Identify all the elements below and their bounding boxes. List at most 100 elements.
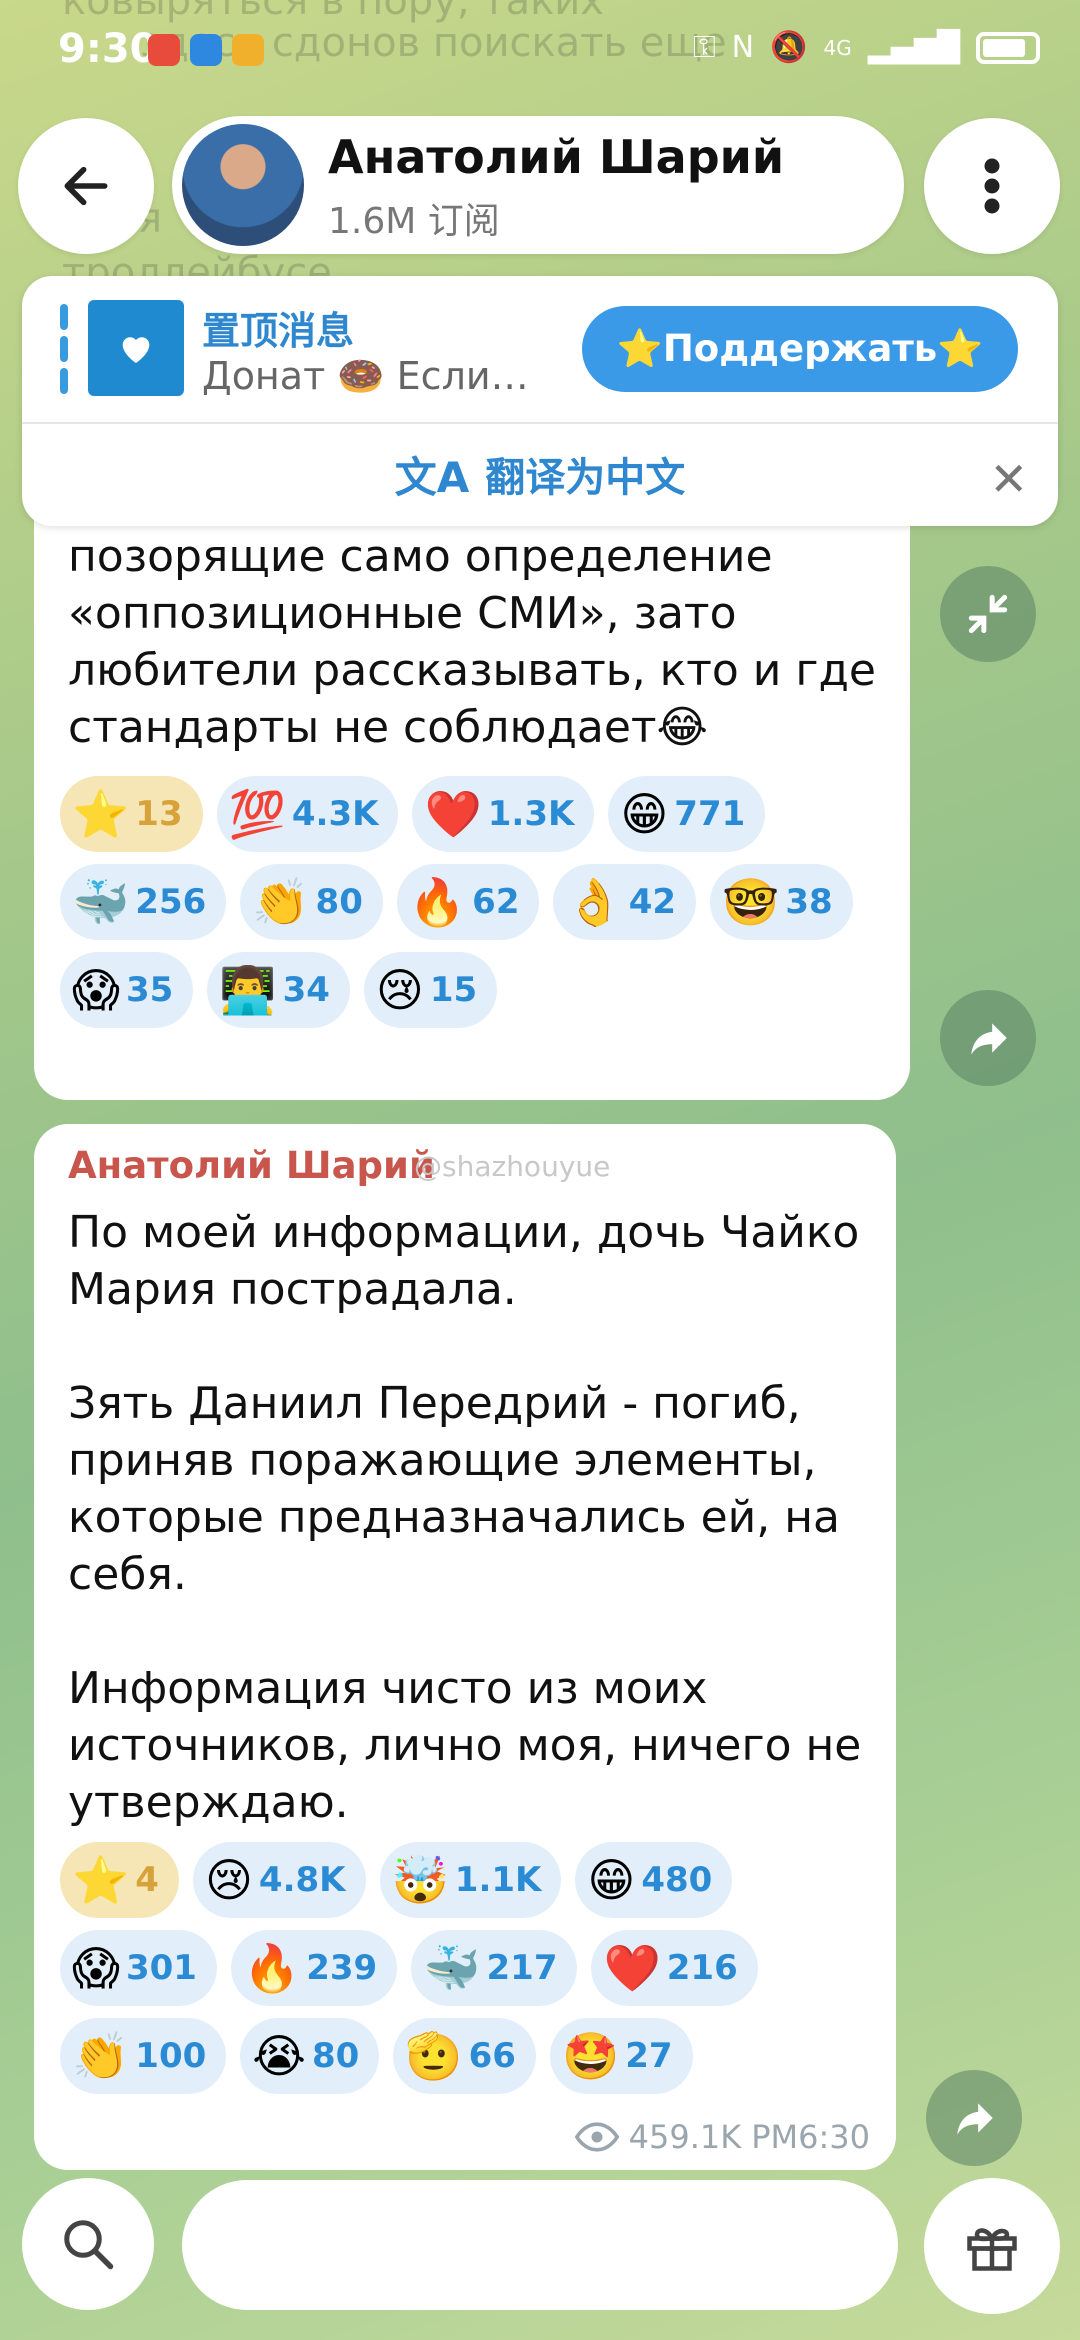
reaction-chip[interactable]: 😁 480	[575, 1842, 733, 1918]
channel-header[interactable]: Анатолий Шарий 1.6M 订阅	[172, 116, 904, 254]
reaction-count: 15	[429, 970, 478, 1010]
share-button[interactable]	[940, 990, 1036, 1086]
share-button[interactable]	[926, 2070, 1022, 2166]
reaction-chip[interactable]: ⭐ 4	[60, 1842, 179, 1918]
pinned-preview: Донат 🍩 Если…	[202, 354, 529, 398]
translate-button[interactable]: 文A 翻译为中文	[22, 424, 1058, 524]
reaction-chip[interactable]: 💯 4.3K	[216, 776, 399, 852]
reaction-count: 4.3K	[291, 794, 379, 834]
reaction-chip[interactable]: 🤯 1.1K	[379, 1842, 562, 1918]
collapse-button[interactable]	[940, 566, 1036, 662]
message-time: PM6:30	[751, 2118, 870, 2156]
message-meta: 459.1K PM6:30	[574, 2118, 870, 2156]
message-bubble[interactable]: позорящие само определение «оппозиционны…	[34, 500, 910, 1100]
reaction-chip[interactable]: 😱 301	[60, 1930, 217, 2006]
reaction-chip[interactable]: ❤️ 1.3K	[412, 776, 595, 852]
reaction-emoji: 👌	[565, 875, 623, 929]
gift-button[interactable]	[924, 2178, 1060, 2314]
reaction-count: 216	[666, 1948, 738, 1988]
reaction-count: 42	[628, 882, 677, 922]
reaction-emoji: 😱	[72, 963, 120, 1017]
reaction-count: 35	[125, 970, 174, 1010]
reactions-row: ⭐ 13 💯 4.3K ❤️ 1.3K 😁 771 🐳 256 👏 80 🔥 62 👌 42 🤓 38 😱 35 👨‍💻…	[60, 776, 860, 1028]
message-input[interactable]	[182, 2180, 898, 2310]
reaction-emoji: 😁	[620, 787, 669, 841]
reaction-count: 256	[135, 882, 207, 922]
reaction-emoji: 😢	[375, 963, 424, 1017]
reaction-chip[interactable]: 🔥 62	[396, 864, 540, 940]
reaction-count: 771	[674, 794, 746, 834]
reaction-emoji: 💯	[228, 787, 286, 841]
reaction-chip[interactable]: 🤩 27	[549, 2018, 693, 2094]
reaction-emoji: ⭐	[72, 787, 130, 841]
reaction-chip[interactable]: 😢 15	[363, 952, 498, 1028]
reaction-count: 1.3K	[487, 794, 575, 834]
subscriber-count: 1.6M 订阅	[328, 201, 500, 242]
support-button[interactable]: ⭐Поддержать⭐	[582, 306, 1018, 392]
heart-icon	[122, 337, 150, 363]
back-button[interactable]	[18, 118, 154, 254]
reaction-chip[interactable]: 😭 80	[240, 2018, 380, 2094]
reaction-chip[interactable]: 👨‍💻 34	[207, 952, 350, 1028]
reaction-count: 13	[135, 794, 183, 834]
reaction-count: 1.1K	[454, 1860, 542, 1900]
reaction-chip[interactable]: 🤓 38	[710, 864, 853, 940]
reaction-emoji: 🤓	[722, 875, 780, 929]
reaction-emoji: 😱	[72, 1941, 120, 1995]
reaction-count: 27	[625, 2036, 673, 2076]
reaction-chip[interactable]: 😢 4.8K	[192, 1842, 366, 1918]
reaction-emoji: 🔥	[242, 1941, 301, 1995]
status-bar: 9:30 ⚿ N 🔕 4G ▂▄▆█	[0, 22, 1080, 82]
battery-icon	[976, 31, 1040, 64]
view-count: 459.1K	[628, 2118, 742, 2156]
reaction-emoji: 😭	[252, 2029, 307, 2083]
share-arrow-icon	[971, 1023, 1007, 1055]
close-translate-button[interactable]: ✕	[989, 452, 1028, 506]
avatar[interactable]	[182, 124, 304, 246]
reaction-emoji: 🫡	[405, 2029, 463, 2083]
reaction-chip[interactable]: 🐳 217	[411, 1930, 578, 2006]
reaction-count: 217	[486, 1948, 558, 1988]
reaction-chip[interactable]: 👏 80	[240, 864, 383, 940]
share-arrow-icon	[957, 2103, 993, 2135]
reaction-chip[interactable]: ❤️ 216	[591, 1930, 758, 2006]
search-button[interactable]	[22, 2178, 154, 2310]
reaction-emoji: 👏	[252, 875, 310, 929]
reaction-emoji: ⭐	[72, 1853, 130, 1907]
reaction-count: 301	[125, 1948, 197, 1988]
reaction-chip[interactable]: 🐳 256	[60, 864, 227, 940]
reaction-chip[interactable]: 😁 771	[608, 776, 766, 852]
mute-icon: 🔕	[770, 30, 808, 65]
app-notification-icon	[190, 34, 222, 66]
arrow-left-icon	[64, 166, 108, 206]
reaction-emoji: 🤯	[391, 1853, 449, 1907]
reaction-chip[interactable]: 👌 42	[553, 864, 697, 940]
reaction-count: 4.8K	[258, 1860, 346, 1900]
more-menu-button[interactable]	[924, 118, 1060, 254]
reaction-emoji: 😢	[204, 1853, 253, 1907]
reaction-chip[interactable]: 🫡 66	[393, 2018, 536, 2094]
notification-icons	[148, 34, 264, 66]
reaction-emoji: 🤩	[561, 2029, 620, 2083]
reaction-count: 62	[472, 882, 520, 922]
message-author[interactable]: Анатолий Шарий	[68, 1144, 435, 1187]
reaction-chip[interactable]: 🔥 239	[230, 1930, 398, 2006]
channel-name: Анатолий Шарий	[328, 130, 785, 184]
reaction-count: 38	[785, 882, 833, 922]
pinned-thumbnail	[88, 300, 184, 396]
reaction-chip[interactable]: 👏 100	[60, 2018, 227, 2094]
pinned-message-panel[interactable]: 置顶消息 Донат 🍩 Если… ⭐Поддержать⭐ 文A 翻译为中文…	[22, 276, 1058, 526]
message-text: позорящие само определение «оппозиционны…	[68, 531, 876, 753]
reaction-count: 80	[312, 2036, 360, 2076]
search-icon	[64, 2220, 114, 2270]
reaction-count: 34	[282, 970, 330, 1010]
reaction-count: 100	[135, 2036, 207, 2076]
reaction-chip[interactable]: ⭐ 13	[60, 776, 203, 852]
message-bubble[interactable]: Анатолий Шарий @shazhouyue По моей инфор…	[34, 1124, 896, 2170]
reaction-count: 480	[641, 1860, 713, 1900]
reaction-chip[interactable]: 😱 35	[60, 952, 194, 1028]
pinned-title: 置顶消息	[202, 309, 355, 353]
reaction-count: 239	[306, 1948, 378, 1988]
translate-label: 翻译为中文	[485, 455, 686, 501]
status-time: 9:30	[58, 26, 158, 72]
